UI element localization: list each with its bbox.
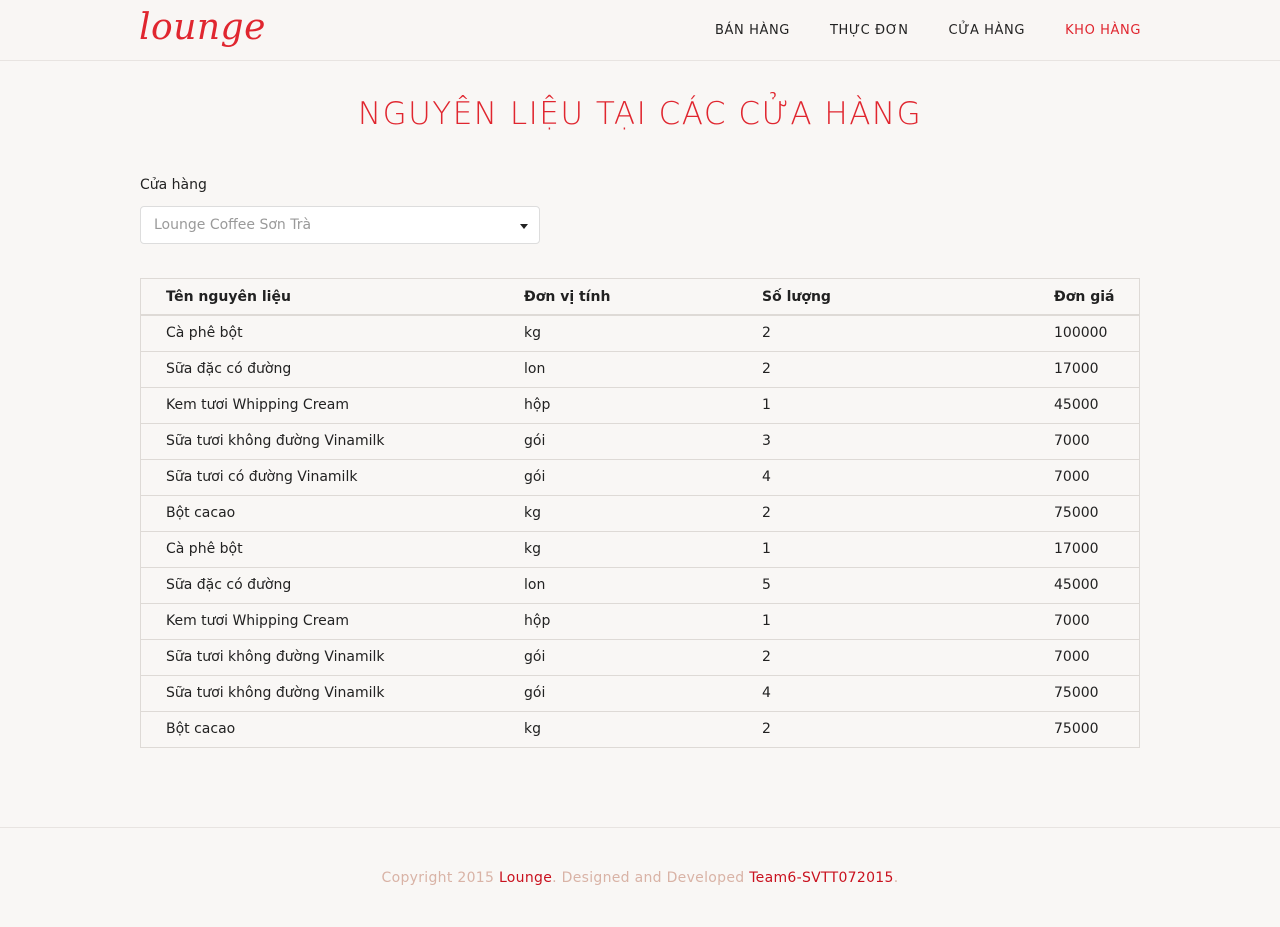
footer-brand-link[interactable]: Lounge <box>499 870 552 886</box>
cell-unit: gói <box>498 674 736 711</box>
cell-unit: gói <box>498 422 736 459</box>
cell-name: Bột cacao <box>141 710 498 747</box>
cell-quantity: 2 <box>736 314 1028 351</box>
store-label: Cửa hàng <box>140 177 207 193</box>
cell-price: 17000 <box>1028 350 1139 387</box>
cell-quantity: 3 <box>736 422 1028 459</box>
cell-unit: gói <box>498 458 736 495</box>
cell-name: Sữa tươi không đường Vinamilk <box>141 674 498 711</box>
table-row: Sữa đặc có đường lon 2 17000 <box>141 350 1139 387</box>
cell-price: 75000 <box>1028 494 1139 531</box>
table-row: Cà phê bột kg 1 17000 <box>141 530 1139 567</box>
cell-price: 100000 <box>1028 314 1139 351</box>
cell-price: 7000 <box>1028 458 1139 495</box>
cell-quantity: 5 <box>736 566 1028 603</box>
cell-price: 45000 <box>1028 566 1139 603</box>
cell-price: 7000 <box>1028 602 1139 639</box>
cell-price: 7000 <box>1028 422 1139 459</box>
table-row: Sữa tươi không đường Vinamilk gói 4 75000 <box>141 674 1139 711</box>
table-row: Cà phê bột kg 2 100000 <box>141 314 1139 351</box>
cell-name: Sữa tươi không đường Vinamilk <box>141 422 498 459</box>
cell-name: Sữa đặc có đường <box>141 566 498 603</box>
cell-unit: gói <box>498 638 736 675</box>
cell-name: Kem tươi Whipping Cream <box>141 386 498 423</box>
cell-quantity: 2 <box>736 638 1028 675</box>
column-header-name: Tên nguyên liệu <box>141 279 498 316</box>
nav-item-ban-hang[interactable]: BÁN HÀNG <box>715 23 790 38</box>
cell-price: 75000 <box>1028 710 1139 747</box>
cell-price: 17000 <box>1028 530 1139 567</box>
footer-suffix: . <box>893 870 899 886</box>
table-row: Sữa tươi không đường Vinamilk gói 3 7000 <box>141 422 1139 459</box>
cell-quantity: 2 <box>736 494 1028 531</box>
column-header-price: Đơn giá <box>1028 279 1139 316</box>
cell-unit: hộp <box>498 602 736 639</box>
caret-down-icon <box>520 224 528 229</box>
cell-name: Sữa tươi có đường Vinamilk <box>141 458 498 495</box>
table-row: Sữa tươi có đường Vinamilk gói 4 7000 <box>141 458 1139 495</box>
table-row: Bột cacao kg 2 75000 <box>141 494 1139 531</box>
ingredients-table: Tên nguyên liệu Đơn vị tính Số lượng Đơn… <box>140 278 1140 748</box>
nav-item-cua-hang[interactable]: CỬA HÀNG <box>949 23 1026 38</box>
table-row: Bột cacao kg 2 75000 <box>141 710 1139 747</box>
table-row: Sữa đặc có đường lon 5 45000 <box>141 566 1139 603</box>
cell-unit: lon <box>498 350 736 387</box>
cell-quantity: 1 <box>736 530 1028 567</box>
nav-menu: BÁN HÀNG THỰC ĐƠN CỬA HÀNG KHO HÀNG <box>715 0 1141 61</box>
cell-name: Cà phê bột <box>141 314 498 351</box>
column-header-quantity: Số lượng <box>736 279 1028 316</box>
cell-name: Cà phê bột <box>141 530 498 567</box>
table-header-row: Tên nguyên liệu Đơn vị tính Số lượng Đơn… <box>141 279 1139 316</box>
cell-unit: hộp <box>498 386 736 423</box>
cell-name: Kem tươi Whipping Cream <box>141 602 498 639</box>
nav-item-kho-hang[interactable]: KHO HÀNG <box>1065 23 1141 38</box>
table-row: Kem tươi Whipping Cream hộp 1 7000 <box>141 602 1139 639</box>
footer-team-link[interactable]: Team6-SVTT072015 <box>749 870 894 886</box>
cell-unit: kg <box>498 530 736 567</box>
cell-unit: kg <box>498 710 736 747</box>
cell-unit: kg <box>498 494 736 531</box>
cell-quantity: 4 <box>736 458 1028 495</box>
page-title: NGUYÊN LIỆU TẠI CÁC CỬA HÀNG <box>357 96 923 132</box>
cell-price: 75000 <box>1028 674 1139 711</box>
cell-name: Sữa đặc có đường <box>141 350 498 387</box>
brand-logo[interactable]: lounge <box>139 6 266 50</box>
table-row: Sữa tươi không đường Vinamilk gói 2 7000 <box>141 638 1139 675</box>
store-select[interactable]: Lounge Coffee Sơn Trà <box>140 206 540 244</box>
footer-prefix: Copyright 2015 <box>381 870 499 886</box>
cell-name: Sữa tươi không đường Vinamilk <box>141 638 498 675</box>
navbar: lounge BÁN HÀNG THỰC ĐƠN CỬA HÀNG KHO HÀ… <box>0 0 1280 61</box>
footer: Copyright 2015 Lounge. Designed and Deve… <box>0 827 1280 927</box>
cell-price: 45000 <box>1028 386 1139 423</box>
footer-copyright: Copyright 2015 Lounge. Designed and Deve… <box>0 870 1280 886</box>
store-select-value: Lounge Coffee Sơn Trà <box>154 217 312 233</box>
cell-quantity: 2 <box>736 710 1028 747</box>
cell-quantity: 1 <box>736 386 1028 423</box>
cell-name: Bột cacao <box>141 494 498 531</box>
column-header-unit: Đơn vị tính <box>498 279 736 316</box>
nav-item-thuc-don[interactable]: THỰC ĐƠN <box>830 23 909 38</box>
cell-unit: kg <box>498 314 736 351</box>
cell-quantity: 1 <box>736 602 1028 639</box>
table-row: Kem tươi Whipping Cream hộp 1 45000 <box>141 386 1139 423</box>
cell-price: 7000 <box>1028 638 1139 675</box>
cell-unit: lon <box>498 566 736 603</box>
cell-quantity: 2 <box>736 350 1028 387</box>
cell-quantity: 4 <box>736 674 1028 711</box>
footer-middle: . Designed and Developed <box>552 870 750 886</box>
